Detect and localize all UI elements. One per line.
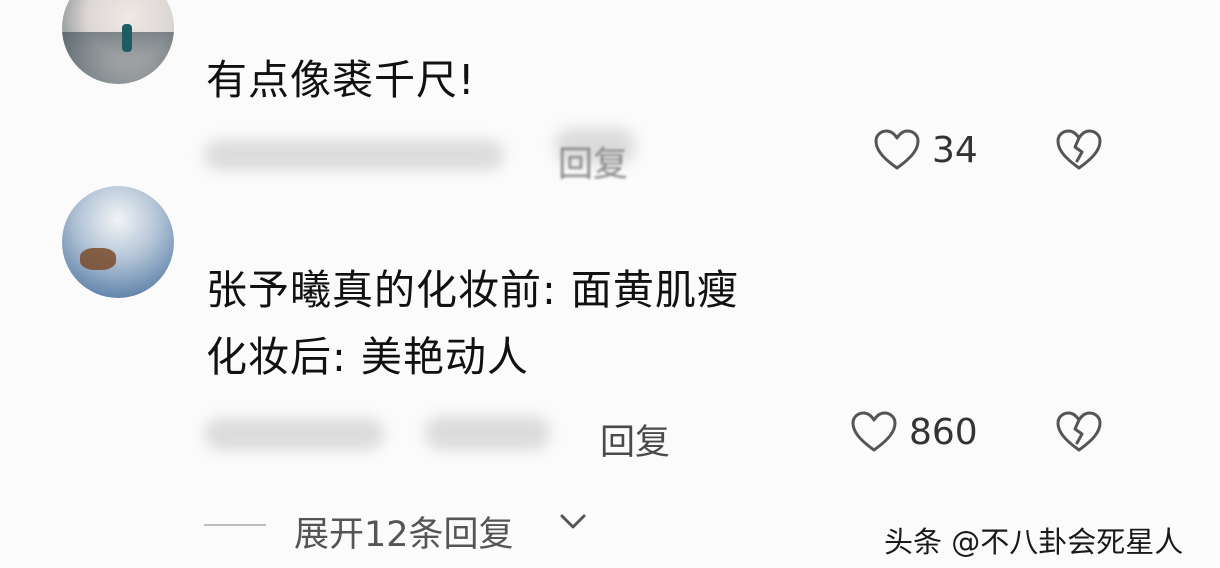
heart-outline-icon[interactable] [850, 410, 898, 454]
reply-button[interactable]: 回复 [558, 136, 628, 187]
heart-outline-icon[interactable] [873, 128, 921, 172]
avatar[interactable] [62, 0, 174, 84]
comment-text: 有点像裘千尺! [206, 56, 476, 104]
watermark: 头条 @不八卦会死星人 [884, 525, 1184, 559]
broken-heart-icon[interactable] [1055, 410, 1103, 454]
comment-text: 张予曦真的化妆前: 面黄肌瘦 [206, 266, 739, 314]
comment-meta-obscured [425, 416, 550, 450]
chevron-down-icon [560, 514, 586, 529]
avatar[interactable] [62, 186, 174, 298]
broken-heart-icon[interactable] [1055, 128, 1103, 172]
like-count: 34 [932, 130, 978, 171]
comment-text: 化妆后: 美艳动人 [206, 333, 529, 381]
comment-list: 有点像裘千尺! 回复 34 张予曦真的化妆前: 面黄肌瘦 化妆后: 美艳动人 回… [0, 0, 1220, 568]
divider [204, 524, 266, 526]
expand-replies-label: 展开12条回复 [294, 515, 514, 555]
like-count: 860 [909, 412, 978, 453]
reply-button[interactable]: 回复 [600, 414, 670, 465]
comment-meta-obscured [204, 140, 504, 170]
comment-meta-obscured [204, 418, 384, 450]
